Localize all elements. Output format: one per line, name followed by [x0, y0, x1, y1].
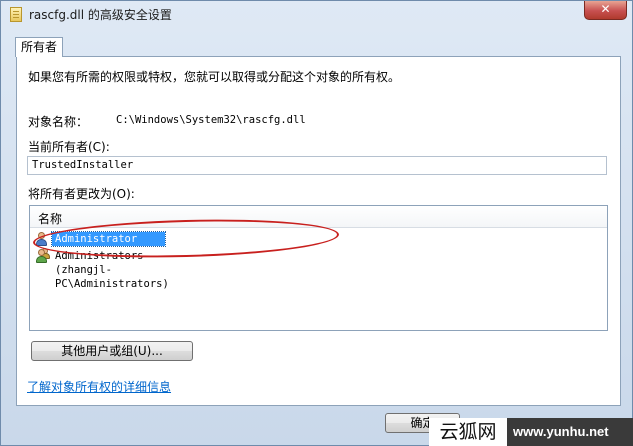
- column-name-label: 名称: [38, 212, 63, 226]
- change-owner-label: 将所有者更改为(O):: [28, 187, 135, 201]
- advanced-security-settings-window: rascfg.dll 的高级安全设置 ✕ 所有者 如果您有所需的权限或特权，您就…: [0, 0, 633, 446]
- users-group-icon: [34, 248, 50, 264]
- other-users-or-groups-button[interactable]: 其他用户或组(U)...: [31, 341, 193, 361]
- tab-owner[interactable]: 所有者: [15, 37, 63, 57]
- intro-text: 如果您有所需的权限或特权，您就可以取得或分配这个对象的所有权。: [28, 70, 401, 84]
- watermark-name: 云狐网: [429, 418, 507, 446]
- ownership-details-link[interactable]: 了解对象所有权的详细信息: [27, 378, 171, 395]
- current-owner-label: 当前所有者(C):: [28, 140, 110, 154]
- watermark: 云狐网 www.yunhu.net: [429, 418, 633, 446]
- current-owner-value: TrustedInstaller: [32, 159, 134, 171]
- object-name-value: C:\Windows\System32\rascfg.dll: [116, 114, 306, 126]
- title-bar[interactable]: rascfg.dll 的高级安全设置 ✕: [1, 1, 632, 29]
- watermark-url: www.yunhu.net: [513, 424, 609, 439]
- window-title: rascfg.dll 的高级安全设置: [29, 8, 172, 22]
- close-button[interactable]: ✕: [584, 1, 627, 20]
- file-icon: [10, 7, 22, 22]
- current-owner-field[interactable]: TrustedInstaller: [27, 156, 607, 175]
- object-name-label: 对象名称：: [28, 115, 89, 129]
